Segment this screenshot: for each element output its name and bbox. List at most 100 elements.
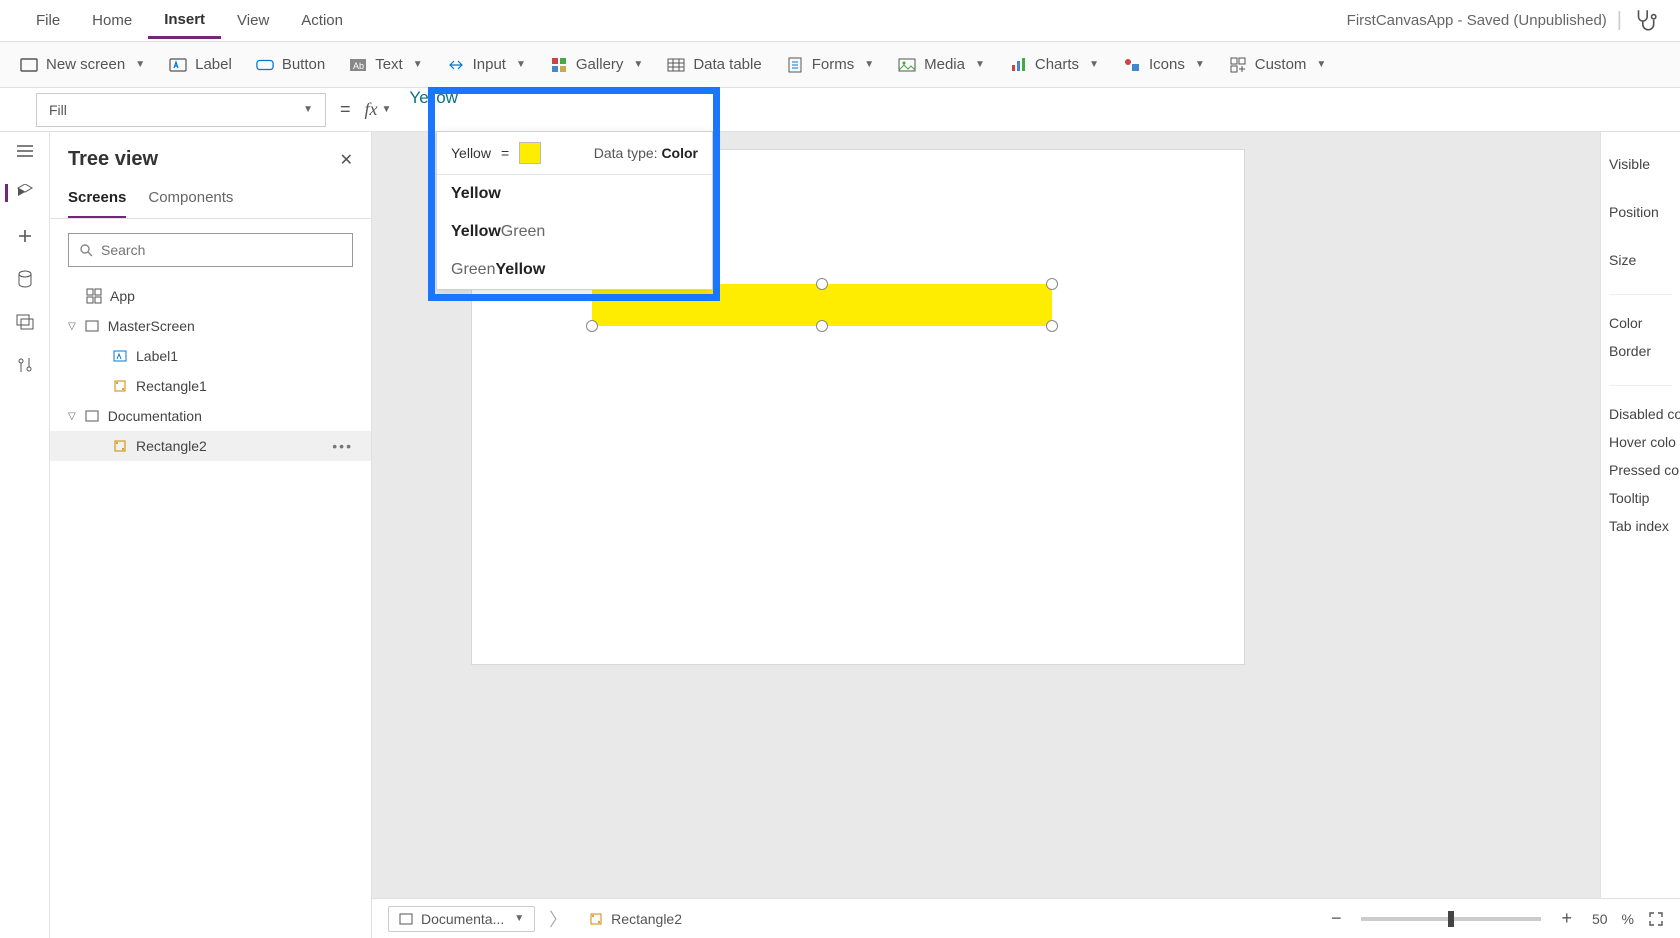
tree-view-panel: Tree view ✕ Screens Components App▽Maste… xyxy=(50,132,372,938)
tree-row-label: App xyxy=(110,288,135,304)
media-icon xyxy=(898,56,916,74)
input-button[interactable]: Input ▼ xyxy=(447,56,526,74)
app-icon xyxy=(86,288,102,304)
resize-handle[interactable] xyxy=(1046,320,1058,332)
close-icon[interactable]: ✕ xyxy=(340,150,353,170)
prop-visible[interactable]: Visible xyxy=(1609,150,1672,178)
chevron-down-icon[interactable]: ▼ xyxy=(382,104,392,115)
rail-add-icon[interactable] xyxy=(17,228,33,244)
tree-row-doc[interactable]: ▽ Documentation xyxy=(50,401,371,431)
prop-pressed[interactable]: Pressed co xyxy=(1609,456,1672,484)
zoom-slider-thumb[interactable] xyxy=(1448,911,1454,927)
breadcrumb-screen[interactable]: Documenta... ▼ xyxy=(388,906,535,932)
menu-action[interactable]: Action xyxy=(285,4,359,37)
resize-handle[interactable] xyxy=(816,278,828,290)
tab-components[interactable]: Components xyxy=(148,183,233,218)
button-button[interactable]: Button xyxy=(256,56,325,74)
rail-hamburger-icon[interactable] xyxy=(16,144,34,158)
fx-icon[interactable]: fx xyxy=(365,99,378,120)
text-label: Text xyxy=(375,56,403,73)
zoom-out-button[interactable]: − xyxy=(1325,908,1348,929)
zoom-in-button[interactable]: + xyxy=(1555,908,1578,929)
charts-button[interactable]: Charts ▼ xyxy=(1009,56,1099,74)
chevron-down-icon: ▼ xyxy=(1089,59,1099,70)
resize-handle[interactable] xyxy=(816,320,828,332)
gallery-icon xyxy=(550,56,568,74)
tree-row-master[interactable]: ▽MasterScreen xyxy=(50,311,371,341)
resize-handle[interactable] xyxy=(586,320,598,332)
formula-autocomplete: Yellow = Data type: Color YellowYellowGr… xyxy=(436,131,713,290)
icons-button[interactable]: Icons ▼ xyxy=(1123,56,1205,74)
autocomplete-item[interactable]: GreenYellow xyxy=(437,251,712,289)
new-screen-button[interactable]: New screen ▼ xyxy=(20,56,145,74)
rail-data-icon[interactable] xyxy=(17,270,33,288)
tree-row-rect2[interactable]: Rectangle2 ••• xyxy=(50,431,371,461)
app-checker-icon[interactable] xyxy=(1632,7,1660,35)
main-area: Tree view ✕ Screens Components App▽Maste… xyxy=(0,132,1680,938)
prop-color[interactable]: Color xyxy=(1609,309,1672,337)
label-icon xyxy=(169,56,187,74)
prop-position[interactable]: Position xyxy=(1609,198,1672,226)
menu-insert[interactable]: Insert xyxy=(148,3,221,39)
media-button[interactable]: Media ▼ xyxy=(898,56,985,74)
formula-input[interactable]: Yellow xyxy=(397,88,1680,132)
chevron-down-icon: ▼ xyxy=(303,104,313,115)
tree-row-rect1[interactable]: Rectangle1 xyxy=(50,371,371,401)
breadcrumb-control[interactable]: Rectangle2 xyxy=(581,907,690,931)
chevron-down-icon[interactable]: ▽ xyxy=(68,411,76,422)
zoom-slider[interactable] xyxy=(1361,917,1541,921)
prop-hover[interactable]: Hover colo xyxy=(1609,428,1672,456)
custom-button[interactable]: Custom ▼ xyxy=(1229,56,1327,74)
tree-search-input[interactable] xyxy=(101,242,342,258)
menu-bar: File Home Insert View Action FirstCanvas… xyxy=(0,0,1680,42)
tab-screens[interactable]: Screens xyxy=(68,183,126,218)
text-button[interactable]: Ab Text ▼ xyxy=(349,56,422,74)
rail-tools-icon[interactable] xyxy=(17,356,33,374)
tree-tabs: Screens Components xyxy=(50,177,371,219)
charts-label: Charts xyxy=(1035,56,1079,73)
gallery-button[interactable]: Gallery ▼ xyxy=(550,56,643,74)
insert-ribbon: New screen ▼ Label Button Ab Text ▼ Inpu… xyxy=(0,42,1680,88)
menu-file[interactable]: File xyxy=(20,4,76,37)
formula-value: Yellow xyxy=(409,88,458,107)
chevron-down-icon: ▼ xyxy=(516,59,526,70)
screen-icon xyxy=(20,56,38,74)
autocomplete-item[interactable]: YellowGreen xyxy=(437,213,712,251)
fit-to-window-icon[interactable] xyxy=(1648,911,1664,927)
prop-disabled[interactable]: Disabled co xyxy=(1609,400,1672,428)
equals-sign: = xyxy=(340,99,351,120)
datatype: Data type: Color xyxy=(594,145,698,161)
icons-label: Icons xyxy=(1149,56,1185,73)
custom-icon xyxy=(1229,56,1247,74)
more-icon[interactable]: ••• xyxy=(332,438,353,454)
prop-tabindex[interactable]: Tab index xyxy=(1609,512,1672,540)
bottom-bar: Documenta... ▼ 〉 Rectangle2 − + 50 % xyxy=(372,898,1680,938)
breadcrumb-separator: 〉 xyxy=(549,906,567,932)
menu-view[interactable]: View xyxy=(221,4,285,37)
rail-media-icon[interactable] xyxy=(16,314,34,330)
prop-border[interactable]: Border xyxy=(1609,337,1672,365)
autocomplete-item[interactable]: Yellow xyxy=(437,175,712,213)
chevron-down-icon: ▼ xyxy=(975,59,985,70)
tree-search[interactable] xyxy=(68,233,353,267)
prop-size[interactable]: Size xyxy=(1609,246,1672,274)
menu-home[interactable]: Home xyxy=(76,4,148,37)
chevron-down-icon[interactable]: ▽ xyxy=(68,321,76,332)
tree-row-label: Rectangle2 xyxy=(136,438,207,454)
label-button[interactable]: Label xyxy=(169,56,232,74)
prop-tooltip[interactable]: Tooltip xyxy=(1609,484,1672,512)
tree-row-label: Label1 xyxy=(136,348,178,364)
tree-row-label: Documentation xyxy=(108,408,202,424)
app-title: FirstCanvasApp - Saved (Unpublished) xyxy=(1347,12,1617,29)
label-icon xyxy=(112,348,128,364)
label-label: Label xyxy=(195,56,232,73)
resize-handle[interactable] xyxy=(1046,278,1058,290)
property-selector[interactable]: Fill ▼ xyxy=(36,93,326,127)
tree-row-app[interactable]: App xyxy=(50,281,371,311)
tree-row-label1[interactable]: Label1 xyxy=(50,341,371,371)
datatable-button[interactable]: Data table xyxy=(667,56,761,74)
rail-treeview-icon[interactable] xyxy=(5,184,34,202)
properties-panel: Visible Position Size Color Border Disab… xyxy=(1600,132,1680,938)
search-icon xyxy=(79,243,93,257)
forms-button[interactable]: Forms ▼ xyxy=(786,56,874,74)
